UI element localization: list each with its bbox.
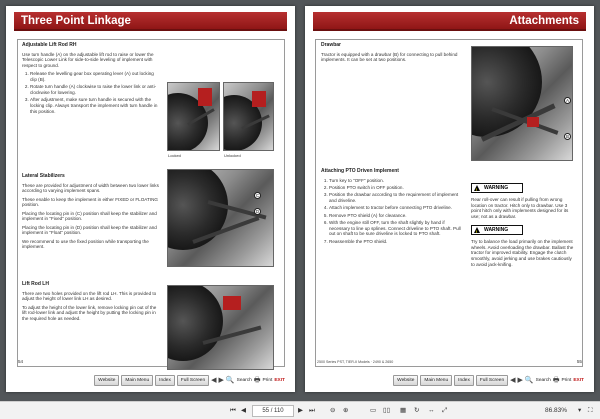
rotate-icon[interactable]: ↻ bbox=[414, 405, 419, 417]
exit-button[interactable]: EXIT bbox=[274, 375, 285, 386]
left-navbar: Website Main Menu Index Full Screen ◀ ▶ … bbox=[16, 373, 285, 387]
photo-drawbar: A B bbox=[471, 46, 573, 161]
photo-lateral-stabilizers: C D bbox=[167, 169, 274, 267]
exit-button[interactable]: EXIT bbox=[573, 375, 584, 386]
caption-locked: Locked bbox=[168, 153, 181, 158]
step-item: Remove PTO shield (A) for clearance. bbox=[329, 213, 466, 219]
step-item: Reassemble the PTO shield. bbox=[329, 239, 466, 245]
paragraph: Placing the locating pin in (D) position… bbox=[22, 224, 157, 236]
paragraph: To adjust the height of the lower link, … bbox=[22, 304, 157, 322]
website-button[interactable]: Website bbox=[94, 374, 120, 386]
step-item: Turn key to "OFF" position. bbox=[329, 178, 466, 184]
fit-width-icon[interactable]: ↔ bbox=[428, 405, 435, 417]
left-page-header: Three Point Linkage bbox=[14, 12, 287, 31]
section-title: Attaching PTO Driven Implement bbox=[321, 168, 399, 174]
photo-unlocked bbox=[223, 82, 274, 151]
callout-a: A bbox=[564, 97, 571, 104]
warning-icon bbox=[474, 227, 480, 236]
right-navbar: Website Main Menu Index Full Screen ◀ ▶ … bbox=[315, 373, 584, 387]
main-menu-button[interactable]: Main Menu bbox=[420, 374, 453, 386]
section-drawbar: Drawbar Tractor is equipped with a drawb… bbox=[321, 42, 471, 66]
step-item: With the engine still OFF, turn the shaf… bbox=[329, 220, 466, 237]
zoom-dropdown-icon[interactable]: ▾ bbox=[578, 405, 581, 417]
zoom-out-icon[interactable]: ⊖ bbox=[330, 405, 335, 417]
page-number-left: 54 bbox=[18, 359, 24, 364]
index-button[interactable]: Index bbox=[155, 374, 175, 386]
right-page: Attachments Drawbar Tractor is equipped … bbox=[305, 6, 594, 392]
prev-page-icon[interactable]: ◀ bbox=[510, 375, 515, 386]
search-icon[interactable]: 🔍 bbox=[226, 375, 235, 386]
print-icon[interactable]: 🖶 bbox=[553, 375, 560, 386]
section-title: Lateral Stabilizers bbox=[22, 173, 65, 179]
step-item: Attach implement to tractor before conne… bbox=[329, 205, 466, 211]
step-item: Position the drawbar according to the re… bbox=[329, 192, 466, 203]
print-label[interactable]: Print bbox=[262, 375, 272, 386]
print-label[interactable]: Print bbox=[561, 375, 571, 386]
next-page-icon[interactable]: ▶ bbox=[298, 405, 303, 417]
single-page-icon[interactable]: ▭ bbox=[370, 405, 376, 417]
photo-lift-rod-lh bbox=[167, 285, 274, 370]
fit-page-icon[interactable]: ⤢ bbox=[442, 405, 447, 417]
first-page-icon[interactable]: ⏮ bbox=[230, 405, 236, 417]
warning-text-1: Rear roll-over can result if pulling fro… bbox=[471, 197, 569, 220]
step-item: Position PTO switch in OFF position. bbox=[329, 185, 466, 191]
callout-d: D bbox=[254, 208, 261, 215]
main-menu-button[interactable]: Main Menu bbox=[121, 374, 154, 386]
steps-list: Release the levelling gear box operating… bbox=[22, 71, 162, 114]
search-label[interactable]: Search bbox=[536, 375, 551, 386]
grid-view-icon[interactable]: ▦ bbox=[400, 405, 406, 417]
warning-label-2: WARNING bbox=[471, 225, 523, 236]
zoom-level[interactable]: 86.83% bbox=[545, 405, 567, 417]
section-lift-rod-lh: Lift Rod LH There are two holes provided… bbox=[22, 281, 162, 324]
section-lateral-stabilizers: Lateral Stabilizers These are provided f… bbox=[22, 173, 162, 253]
search-icon[interactable]: 🔍 bbox=[525, 375, 534, 386]
footer-model-text: 2500 Series PST, TIER-II Models · 2490 &… bbox=[317, 360, 394, 364]
section-title: Adjustable Lift Rod RH bbox=[22, 42, 77, 48]
section-pto-implement: Attaching PTO Driven Implement Turn key … bbox=[321, 168, 466, 246]
warning-text-2: Try to balance the load primarily on the… bbox=[471, 239, 574, 267]
pdf-viewer-toolbar: ⏮ ◀ 55 / 110 ▶ ⏭ ⊖ ⊕ ▭ ▯▯ ▦ ↻ ↔ ⤢ 86.83%… bbox=[0, 401, 600, 419]
step-item: Rotate turn handle (A) clockwise to rais… bbox=[30, 84, 162, 95]
website-button[interactable]: Website bbox=[393, 374, 419, 386]
next-page-icon[interactable]: ▶ bbox=[219, 375, 224, 386]
warning-icon bbox=[474, 185, 480, 194]
section-title: Lift Rod LH bbox=[22, 281, 49, 287]
page-number-right: 55 bbox=[576, 359, 582, 364]
paragraph: There are two holes provided on the lift… bbox=[22, 290, 157, 302]
print-icon[interactable]: 🖶 bbox=[254, 375, 261, 386]
step-item: After adjustment, make sure turn handle … bbox=[30, 97, 162, 114]
callout-b: B bbox=[564, 133, 571, 140]
caption-unlocked: Unlocked bbox=[224, 153, 241, 158]
steps-list: Turn key to "OFF" position. Position PTO… bbox=[321, 178, 466, 245]
prev-page-icon[interactable]: ◀ bbox=[241, 405, 246, 417]
step-item: Release the levelling gear box operating… bbox=[30, 71, 162, 82]
page-number-input[interactable]: 55 / 110 bbox=[252, 405, 294, 417]
last-page-icon[interactable]: ⏭ bbox=[309, 405, 315, 417]
paragraph: These are provided for adjustment of wid… bbox=[22, 182, 159, 194]
zoom-in-icon[interactable]: ⊕ bbox=[343, 405, 348, 417]
index-button[interactable]: Index bbox=[454, 374, 474, 386]
next-page-icon[interactable]: ▶ bbox=[518, 375, 523, 386]
fullscreen-icon[interactable]: ⛶ bbox=[588, 405, 593, 417]
warning-label-1: WARNING bbox=[471, 183, 523, 194]
section-title: Drawbar bbox=[321, 42, 342, 48]
paragraph: Placing the locating pin in (C) position… bbox=[22, 210, 157, 222]
paragraph: We recommend to use the fixed position w… bbox=[22, 238, 149, 250]
two-page-icon[interactable]: ▯▯ bbox=[383, 405, 390, 417]
section-intro: Tractor is equipped with a drawbar (B) f… bbox=[321, 51, 458, 63]
search-label[interactable]: Search bbox=[237, 375, 252, 386]
right-page-header: Attachments bbox=[313, 12, 586, 31]
photo-locked bbox=[167, 82, 220, 151]
prev-page-icon[interactable]: ◀ bbox=[211, 375, 216, 386]
callout-c: C bbox=[254, 192, 261, 199]
full-screen-button[interactable]: Full Screen bbox=[176, 374, 210, 386]
full-screen-button[interactable]: Full Screen bbox=[475, 374, 509, 386]
section-adjustable-lift-rod: Adjustable Lift Rod RH Use turn handle (… bbox=[22, 42, 162, 117]
paragraph: These enable to keep the implement in ei… bbox=[22, 196, 159, 208]
section-intro: Use turn handle (A) on the adjustable li… bbox=[22, 51, 154, 69]
left-page: Three Point Linkage Adjustable Lift Rod … bbox=[6, 6, 295, 392]
